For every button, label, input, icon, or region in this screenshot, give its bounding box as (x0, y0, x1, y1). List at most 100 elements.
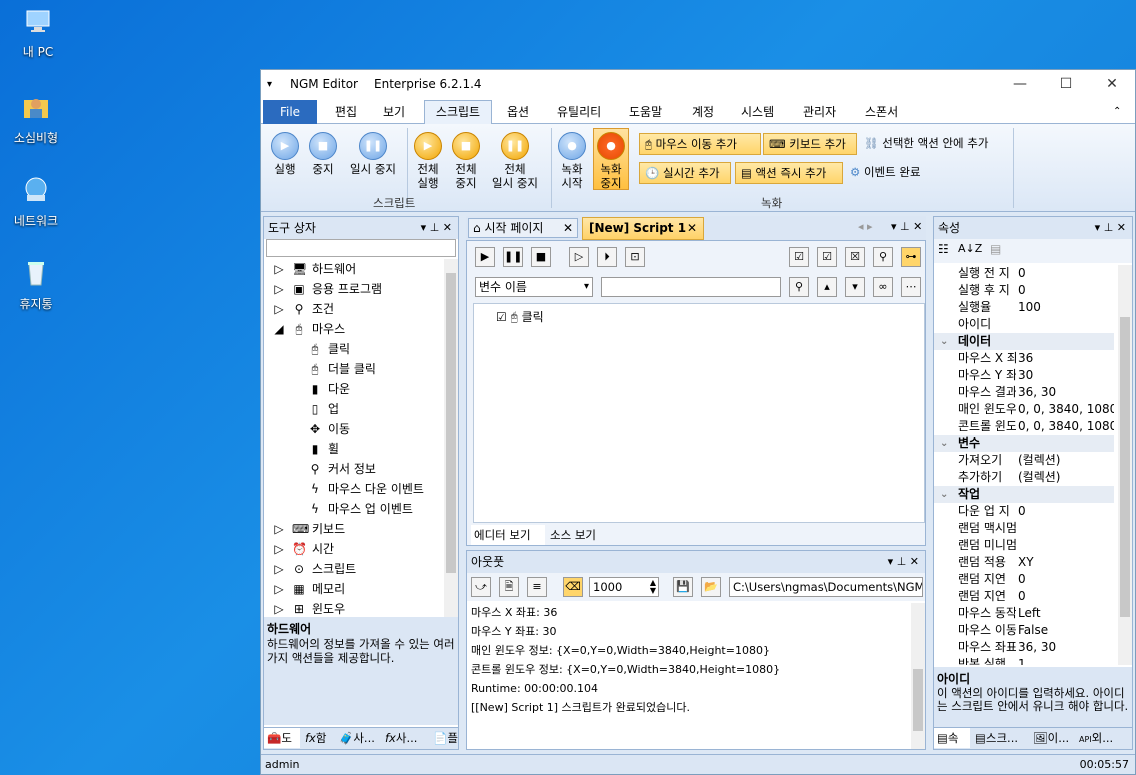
property-row[interactable]: 마우스 이동 False (934, 622, 1114, 639)
step-over-icon[interactable]: ⏵ (597, 247, 617, 267)
search-icon[interactable]: ⚲ (873, 247, 893, 267)
toolbox-scrollbar[interactable] (444, 259, 458, 617)
menu-options[interactable]: 옵션 (507, 102, 529, 122)
property-value[interactable]: 0, 0, 3840, 1080 (1018, 401, 1114, 418)
menu-file[interactable]: File (263, 100, 317, 124)
desktop-icon-network[interactable]: 네트워크 (0, 175, 72, 229)
move-up-icon[interactable]: ▴ (817, 277, 837, 297)
property-value[interactable]: 36, 30 (1018, 384, 1114, 401)
property-value[interactable]: False (1018, 622, 1114, 639)
property-row[interactable]: 실행 후 지 0 (934, 282, 1114, 299)
tree-item-condition[interactable]: ▷ ⚲ 조건 (272, 299, 334, 319)
step-into-icon[interactable]: ⊡ (625, 247, 645, 267)
checkbox-icon[interactable]: ☑ (496, 310, 507, 324)
property-value[interactable]: Left (1018, 605, 1114, 622)
add-realtime-button[interactable]: 🕒 실시간 추가 (639, 162, 731, 184)
run-button[interactable]: ▶ 실행 (267, 132, 303, 176)
step-icon[interactable]: ▷ (569, 247, 589, 267)
property-row[interactable]: 추가하기 (컬렉션) (934, 469, 1114, 486)
eraser-icon[interactable]: ⌫ (563, 577, 583, 597)
tree-item-mouse[interactable]: ◢ 🖰 마우스 (272, 319, 345, 339)
panel-controls[interactable]: ▾ ⊥ ✕ (891, 220, 922, 233)
property-row[interactable]: 마우스 X 좌 36 (934, 350, 1114, 367)
document-icon[interactable]: 🗎 (499, 577, 519, 597)
tab-image[interactable]: 🖼이... (1030, 728, 1074, 748)
menu-edit[interactable]: 편집 (335, 102, 357, 122)
toolbox-search-input[interactable] (266, 239, 456, 257)
menu-view[interactable]: 보기 (383, 102, 405, 122)
property-value[interactable]: 0 (1018, 265, 1114, 282)
property-row[interactable]: 랜덤 적용 XY (934, 554, 1114, 571)
property-value[interactable]: 0 (1018, 588, 1114, 605)
property-category[interactable]: ⌄ 데이터 (934, 333, 1114, 350)
property-pages-icon[interactable]: ▤ (990, 242, 1001, 256)
spinner-icon[interactable]: ▲ ▼ (650, 579, 656, 595)
tab-plugin[interactable]: 📄플 (430, 728, 458, 748)
stop-icon[interactable]: ■ (531, 247, 551, 267)
tab-external[interactable]: API외... (1076, 728, 1132, 748)
system-menu-icon[interactable]: ▾ (267, 79, 272, 90)
property-row[interactable]: 실행 전 지 0 (934, 265, 1114, 282)
record-start-button[interactable]: ● 녹화 시작 (555, 132, 589, 190)
tree-item-mouse-up-event[interactable]: ϟ 마우스 업 이벤트 (308, 499, 413, 519)
property-value[interactable]: 30 (1018, 367, 1114, 384)
uncheck-icon[interactable]: ☒ (845, 247, 865, 267)
property-value[interactable]: (컬렉션) (1018, 469, 1114, 486)
close-icon[interactable]: ✕ (687, 218, 697, 238)
menu-system[interactable]: 시스템 (741, 102, 774, 122)
panel-controls[interactable]: ▾ ⊥ ✕ (888, 551, 919, 573)
menu-admin[interactable]: 관리자 (803, 102, 836, 122)
close-icon[interactable]: ✕ (563, 219, 573, 237)
search-icon[interactable]: ⚲ (789, 277, 809, 297)
tab-user2[interactable]: fx사... (382, 728, 428, 748)
tab-script-list[interactable]: ▤스크... (972, 728, 1028, 748)
tab-function[interactable]: fx함 (302, 728, 334, 748)
expand-icon[interactable]: ⌄ (940, 333, 948, 350)
tree-item-mouse-down-event[interactable]: ϟ 마우스 다운 이벤트 (308, 479, 424, 499)
property-row[interactable]: 가져오기 (컬렉션) (934, 452, 1114, 469)
move-down-icon[interactable]: ▾ (845, 277, 865, 297)
script-item-click[interactable]: ☑ 🖰 클릭 (496, 308, 544, 325)
delay-input[interactable]: 1000 ▲ ▼ (589, 577, 659, 597)
property-value[interactable]: 0, 0, 3840, 1080 (1018, 418, 1114, 435)
panel-controls[interactable]: ▾ ⊥ ✕ (421, 217, 452, 239)
tab-script-1[interactable]: [New] Script 1 ✕ (582, 217, 704, 240)
property-row[interactable]: 랜덤 맥시멈 (934, 520, 1114, 537)
tree-item-script[interactable]: ▷ ⊙ 스크립트 (272, 559, 356, 579)
property-value[interactable]: 36 (1018, 350, 1114, 367)
desktop-icon-this-pc[interactable]: 내 PC (2, 6, 74, 60)
property-row[interactable]: 다운 업 지 0 (934, 503, 1114, 520)
property-value[interactable]: 0 (1018, 571, 1114, 588)
save-icon[interactable]: 💾 (673, 577, 693, 597)
property-value[interactable]: 0 (1018, 503, 1114, 520)
property-row[interactable]: 마우스 결과 36, 30 (934, 384, 1114, 401)
property-row[interactable]: 매인 윈도우 0, 0, 3840, 1080 (934, 401, 1114, 418)
tab-editor-view[interactable]: 에디터 보기 (471, 525, 545, 545)
tree-item-hardware[interactable]: ▷ 🖥 하드웨어 (272, 259, 356, 279)
tree-item-window[interactable]: ▷ ⊞ 윈도우 (272, 599, 345, 619)
expand-icon[interactable]: ⌄ (940, 486, 948, 503)
maximize-button[interactable]: ☐ (1043, 70, 1089, 98)
tree-view-icon[interactable]: ⊶ (901, 247, 921, 267)
property-value[interactable]: 100 (1018, 299, 1114, 316)
record-stop-button[interactable]: ● 녹화 중지 (593, 128, 629, 190)
tree-item-down[interactable]: ▮ 다운 (308, 379, 350, 399)
play-icon[interactable]: ▶ (475, 247, 495, 267)
path-input[interactable]: C:\Users\ngmas\Documents\NGM6\ (729, 577, 923, 597)
folder-icon[interactable]: 📂 (701, 577, 721, 597)
tree-item-keyboard[interactable]: ▷ ⌨ 키보드 (272, 519, 345, 539)
property-row[interactable]: 마우스 좌표 36, 30 (934, 639, 1114, 656)
variable-name-select[interactable]: 변수 이름 ▾ (475, 277, 593, 297)
property-value[interactable]: 0 (1018, 282, 1114, 299)
capture-icon[interactable]: ⤻ (471, 577, 491, 597)
property-value[interactable]: (컬렉션) (1018, 452, 1114, 469)
property-value[interactable]: 36, 30 (1018, 639, 1114, 656)
tree-item-up[interactable]: ▯ 업 (308, 399, 339, 419)
tab-toolbox[interactable]: 🧰도 (264, 728, 300, 748)
property-row[interactable]: 마우스 Y 좌 30 (934, 367, 1114, 384)
pause-button[interactable]: ❚❚ 일시 중지 (345, 132, 401, 176)
categorized-icon[interactable]: ☷ (938, 242, 949, 256)
add-mouse-move-button[interactable]: 🖰 마우스 이동 추가 (639, 133, 761, 155)
tab-scroll-icons[interactable]: ◂ ▸ (858, 220, 873, 233)
properties-scrollbar[interactable] (1118, 265, 1132, 665)
